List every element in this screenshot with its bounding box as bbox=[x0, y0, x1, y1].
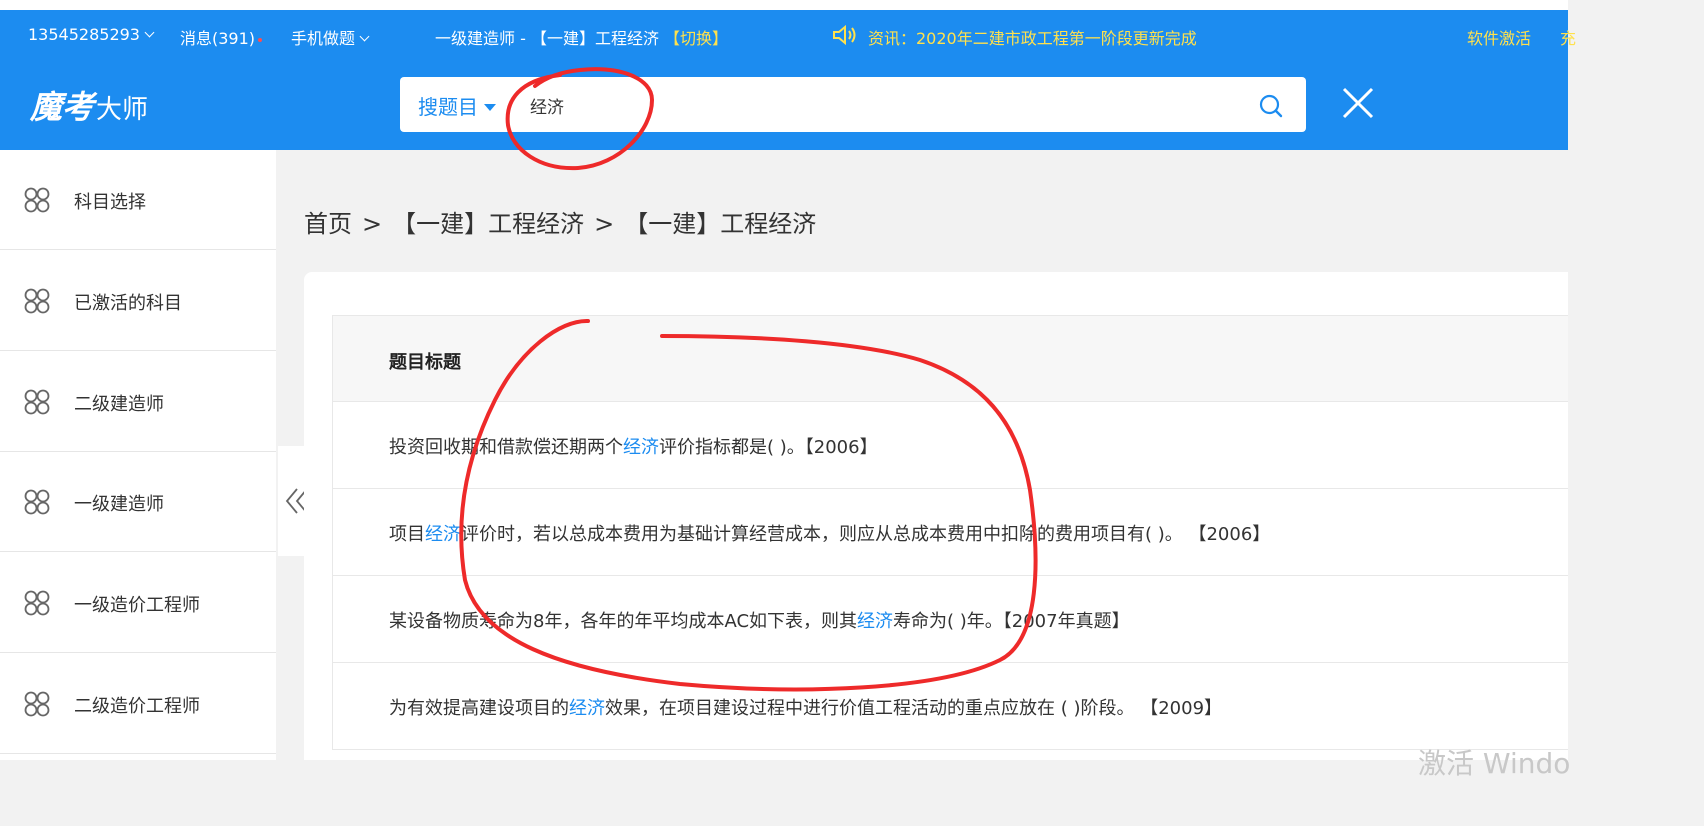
clover-icon bbox=[24, 691, 50, 717]
question-title[interactable]: 投资回收期和借款偿还期两个经济评价指标都是( )。【2006】 bbox=[389, 433, 878, 459]
question-table: 题目标题 投资回收期和借款偿还期两个经济评价指标都是( )。【2006】 项目经… bbox=[332, 315, 1568, 750]
sidebar-item-label: 一级造价工程师 bbox=[74, 595, 200, 616]
switch-course-link[interactable]: 【切换】 bbox=[664, 29, 728, 48]
clover-icon bbox=[24, 288, 50, 314]
clover-icon bbox=[24, 590, 50, 616]
chevron-down-icon bbox=[359, 31, 370, 42]
question-text: 某设备物质寿命为8年，各年的年平均成本AC如下表，则其 bbox=[389, 611, 858, 632]
clover-icon bbox=[24, 187, 50, 213]
breadcrumb-subject[interactable]: 【一建】工程经济 bbox=[392, 210, 584, 238]
caret-down-icon bbox=[484, 104, 496, 111]
question-title[interactable]: 项目经济评价时，若以总成本费用为基础计算经营成本，则应从总成本费用中扣除的费用项… bbox=[389, 520, 1270, 546]
search-box: 搜题目 bbox=[400, 77, 1306, 132]
activate-software-link[interactable]: 软件激活 bbox=[1467, 25, 1531, 49]
mobile-practice-menu[interactable]: 手机做题 bbox=[291, 25, 370, 49]
search-highlight: 经济 bbox=[623, 437, 659, 458]
sidebar-item-label: 二级造价工程师 bbox=[74, 696, 200, 717]
sidebar-item-subject-select[interactable]: 科目选择 bbox=[0, 150, 276, 250]
search-highlight: 经济 bbox=[425, 524, 461, 545]
sidebar-item-level2-constructor[interactable]: 二级建造师 bbox=[0, 352, 276, 452]
clover-icon bbox=[24, 389, 50, 415]
speaker-icon bbox=[832, 24, 858, 50]
logo-text: 大师 bbox=[96, 95, 149, 125]
sidebar-item-label: 二级建造师 bbox=[74, 394, 164, 415]
unread-dot-icon bbox=[258, 38, 263, 42]
table-row[interactable]: 为有效提高建设项目的经济效果，在项目建设过程中进行价值工程活动的重点应放在 ( … bbox=[332, 663, 1568, 750]
top-bar: 13545285293 消息(391) 手机做题 一级建造师 - 【一建】工程经… bbox=[0, 10, 1576, 60]
messages-link[interactable]: 消息(391) bbox=[180, 25, 263, 49]
breadcrumb: 首页 > 【一建】工程经济 > 【一建】工程经济 bbox=[304, 204, 816, 239]
truncated-menu-item[interactable]: 充 bbox=[1560, 25, 1576, 49]
search-type-label: 搜题目 bbox=[418, 95, 478, 119]
question-text: 效果，在项目建设过程中进行价值工程活动的重点应放在 ( )阶段。 【2009】 bbox=[605, 698, 1223, 719]
mobile-practice-label: 手机做题 bbox=[291, 29, 356, 48]
table-row[interactable]: 某设备物质寿命为8年，各年的年平均成本AC如下表，则其经济寿命为( )年。【20… bbox=[332, 576, 1568, 663]
sidebar-item-label: 已激活的科目 bbox=[74, 293, 182, 314]
question-text: 评价时，若以总成本费用为基础计算经营成本，则应从总成本费用中扣除的费用项目有( … bbox=[461, 524, 1271, 545]
search-input[interactable] bbox=[530, 90, 1230, 120]
news-ticker[interactable]: 资讯：2020年二建市政工程第一阶段更新完成 bbox=[868, 25, 1197, 49]
window-top-strip bbox=[0, 0, 1568, 10]
question-text: 项目 bbox=[389, 524, 425, 545]
search-highlight: 经济 bbox=[857, 611, 894, 632]
sidebar-item-level1-cost-engineer[interactable]: 一级造价工程师 bbox=[0, 553, 276, 653]
search-highlight: 经济 bbox=[569, 698, 605, 719]
search-type-dropdown[interactable]: 搜题目 bbox=[418, 91, 496, 120]
course-title: 一级建造师 - 【一建】工程经济 bbox=[435, 29, 659, 48]
phone-menu[interactable]: 13545285293 bbox=[28, 25, 155, 44]
question-text: 评价指标都是( )。【2006】 bbox=[659, 437, 878, 458]
phone-number: 13545285293 bbox=[28, 25, 140, 44]
sidebar-item-level2-cost-engineer[interactable]: 二级造价工程师 bbox=[0, 654, 276, 754]
current-course: 一级建造师 - 【一建】工程经济 【切换】 bbox=[435, 25, 728, 49]
breadcrumb-separator: > bbox=[362, 210, 383, 238]
windows-activation-watermark: 激活 Windo bbox=[1418, 747, 1571, 780]
sidebar-item-level1-constructor[interactable]: 一级建造师 bbox=[0, 452, 276, 552]
messages-label: 消息(391) bbox=[180, 29, 256, 48]
clover-icon bbox=[24, 489, 50, 515]
sidebar-item-activated-subjects[interactable]: 已激活的科目 bbox=[0, 251, 276, 351]
question-text: 寿命为( )年。【2007年真题】 bbox=[893, 611, 1130, 632]
question-text: 投资回收期和借款偿还期两个 bbox=[389, 437, 623, 458]
close-icon[interactable] bbox=[1340, 85, 1376, 121]
question-text: 为有效提高建设项目的 bbox=[389, 698, 569, 719]
search-icon[interactable] bbox=[1258, 93, 1284, 119]
header: 魔考大师 搜题目 bbox=[0, 60, 1568, 150]
sidebar: 科目选择 已激活的科目 二级建造师 一级建造师 一级造价工程师 二级造价工程师 bbox=[0, 150, 276, 760]
breadcrumb-separator: > bbox=[594, 210, 615, 238]
breadcrumb-current: 【一建】工程经济 bbox=[624, 210, 817, 238]
question-title[interactable]: 为有效提高建设项目的经济效果，在项目建设过程中进行价值工程活动的重点应放在 ( … bbox=[389, 694, 1222, 720]
breadcrumb-home[interactable]: 首页 bbox=[304, 210, 352, 238]
sidebar-item-label: 科目选择 bbox=[74, 192, 146, 213]
sidebar-item-label: 一级建造师 bbox=[74, 494, 164, 515]
table-row[interactable]: 投资回收期和借款偿还期两个经济评价指标都是( )。【2006】 bbox=[332, 402, 1568, 489]
table-header: 题目标题 bbox=[332, 316, 1568, 402]
logo[interactable]: 魔考大师 bbox=[30, 82, 148, 128]
chevron-down-icon bbox=[144, 27, 155, 38]
column-header-title: 题目标题 bbox=[389, 352, 461, 373]
table-row[interactable]: 项目经济评价时，若以总成本费用为基础计算经营成本，则应从总成本费用中扣除的费用项… bbox=[332, 489, 1568, 576]
question-title[interactable]: 某设备物质寿命为8年，各年的年平均成本AC如下表，则其经济寿命为( )年。【20… bbox=[389, 607, 1130, 633]
logo-script: 魔考 bbox=[30, 88, 95, 126]
